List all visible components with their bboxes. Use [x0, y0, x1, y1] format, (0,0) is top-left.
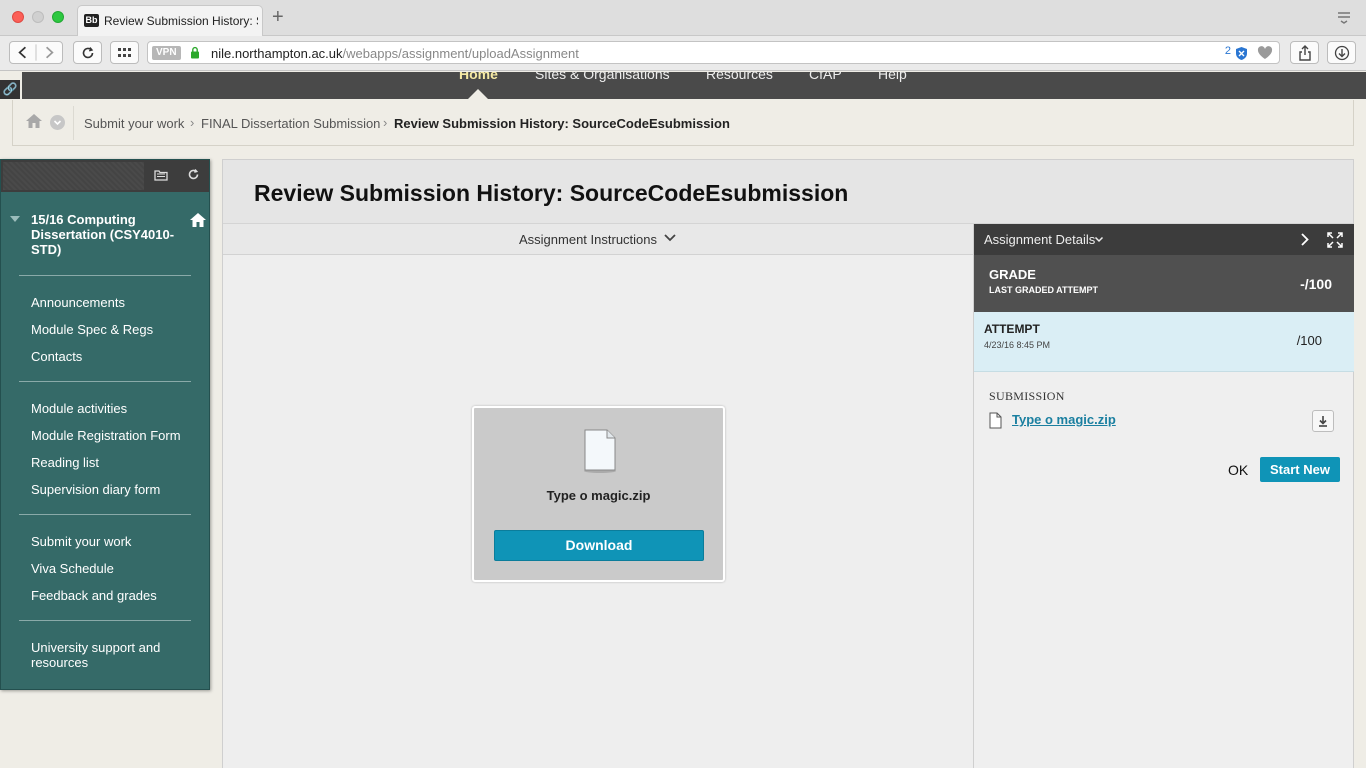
- top-sites-button[interactable]: [110, 41, 139, 64]
- start-new-button[interactable]: Start New: [1260, 457, 1340, 482]
- active-nav-pointer: [468, 89, 488, 99]
- grid-icon: [118, 47, 131, 57]
- menu-item-module-activities[interactable]: Module activities: [31, 401, 127, 416]
- chevron-right-icon[interactable]: [1300, 232, 1310, 247]
- menu-item-supervision-diary[interactable]: Supervision diary form: [31, 482, 160, 497]
- back-forward-group: [9, 41, 63, 64]
- chevron-down-icon[interactable]: [1094, 236, 1104, 243]
- home-icon[interactable]: [25, 113, 43, 129]
- shield-extension-icon[interactable]: [1235, 46, 1248, 61]
- course-menu-texture: [3, 162, 144, 190]
- browser-tab-bar: Bb Review Submission History: S +: [0, 0, 1366, 36]
- menu-item-submit-work[interactable]: Submit your work: [31, 534, 131, 549]
- assignment-details-label[interactable]: Assignment Details: [984, 232, 1095, 247]
- file-name: Type o magic.zip: [546, 488, 651, 503]
- page-title: Review Submission History: SourceCodeEsu…: [254, 180, 849, 206]
- menu-divider: [19, 275, 191, 276]
- top-navigation: Home Sites & Organisations Resources CfA…: [22, 72, 1366, 99]
- menu-item-feedback-grades[interactable]: Feedback and grades: [31, 588, 157, 603]
- nav-home[interactable]: Home: [459, 72, 498, 82]
- menu-divider: [19, 514, 191, 515]
- menu-divider: [19, 620, 191, 621]
- url-text: nile.northampton.ac.uk/webapps/assignmen…: [211, 46, 579, 61]
- assignment-details-panel: Assignment Details GRADE LAST GRADED ATT…: [973, 224, 1354, 768]
- tab-title: Review Submission History: S: [104, 14, 258, 28]
- course-menu: 15/16 Computing Dissertation (CSY4010-ST…: [0, 159, 210, 690]
- breadcrumb-menu-button[interactable]: [50, 115, 65, 130]
- ok-button[interactable]: OK: [1228, 462, 1248, 478]
- download-icon: [1319, 416, 1327, 427]
- grade-value: -/100: [1300, 276, 1332, 292]
- vpn-badge[interactable]: VPN: [152, 46, 181, 60]
- attempt-label: ATTEMPT: [984, 322, 1040, 336]
- assignment-instructions-toggle[interactable]: Assignment Instructions: [223, 224, 973, 255]
- collapse-caret-icon[interactable]: [10, 216, 20, 222]
- breadcrumb-separator: ›: [190, 115, 195, 130]
- attempt-date: 4/23/16 8:45 PM: [984, 340, 1051, 350]
- menu-item-viva-schedule[interactable]: Viva Schedule: [31, 561, 114, 576]
- browser-tab-active[interactable]: Bb Review Submission History: S: [77, 5, 263, 36]
- link-icon[interactable]: 🔗: [0, 80, 20, 99]
- content-header: Review Submission History: SourceCodeEsu…: [223, 160, 1353, 224]
- breadcrumb-item[interactable]: Submit your work: [84, 116, 184, 131]
- menu-item-contacts[interactable]: Contacts: [31, 349, 82, 364]
- reload-icon: [82, 46, 93, 58]
- chevron-down-icon: [53, 120, 62, 126]
- share-button[interactable]: [1290, 41, 1319, 64]
- chevron-down-icon: [664, 234, 676, 242]
- menu-item-reading-list[interactable]: Reading list: [31, 455, 99, 470]
- back-forward-icon[interactable]: [10, 42, 62, 63]
- heart-icon[interactable]: [1257, 46, 1273, 60]
- nav-resources[interactable]: Resources: [706, 72, 773, 82]
- document-icon: [584, 429, 616, 473]
- file-preview-card: Type o magic.zip Download: [472, 406, 725, 582]
- menu-item-announcements[interactable]: Announcements: [31, 295, 125, 310]
- close-window-button[interactable]: [12, 11, 24, 23]
- address-bar[interactable]: VPN nile.northampton.ac.uk/webapps/assig…: [147, 41, 1280, 64]
- submission-download-button[interactable]: [1312, 410, 1334, 432]
- breadcrumb-item[interactable]: FINAL Dissertation Submission: [201, 116, 380, 131]
- submission-file-link[interactable]: Type o magic.zip: [1012, 412, 1116, 427]
- expand-icon[interactable]: [1327, 232, 1343, 248]
- refresh-icon[interactable]: [183, 166, 203, 186]
- menu-divider: [19, 381, 191, 382]
- share-icon: [1298, 44, 1311, 61]
- nav-cfap[interactable]: CfAP: [809, 72, 842, 82]
- lock-icon: [191, 46, 199, 59]
- grade-label: GRADE: [989, 267, 1036, 282]
- menu-item-module-spec[interactable]: Module Spec & Regs: [31, 322, 153, 337]
- tab-overview-icon[interactable]: [1336, 9, 1352, 25]
- extension-badge-count[interactable]: 2: [1225, 45, 1231, 57]
- download-button[interactable]: Download: [494, 530, 704, 561]
- attempt-row[interactable]: ATTEMPT 4/23/16 8:45 PM /100: [974, 312, 1354, 372]
- assignment-instructions-label: Assignment Instructions: [519, 232, 658, 247]
- course-title[interactable]: 15/16 Computing Dissertation (CSY4010-ST…: [31, 212, 181, 257]
- nav-help[interactable]: Help: [878, 72, 907, 82]
- folder-view-icon[interactable]: [151, 166, 171, 186]
- browser-toolbar: VPN nile.northampton.ac.uk/webapps/assig…: [0, 36, 1366, 71]
- assignment-details-header: Assignment Details: [974, 224, 1354, 255]
- blackboard-favicon-icon: Bb: [84, 14, 99, 27]
- downloads-button[interactable]: [1327, 41, 1356, 64]
- course-menu-toolbar: [1, 160, 209, 192]
- zoom-window-button[interactable]: [52, 11, 64, 23]
- nav-sites-organisations[interactable]: Sites & Organisations: [535, 72, 670, 82]
- grade-sub-label: LAST GRADED ATTEMPT: [989, 285, 1098, 295]
- menu-item-module-registration[interactable]: Module Registration Form: [31, 428, 181, 443]
- breadcrumb: Submit your work › FINAL Dissertation Su…: [12, 100, 1354, 146]
- reload-button[interactable]: [73, 41, 102, 64]
- course-home-icon[interactable]: [189, 212, 207, 228]
- grade-summary: GRADE LAST GRADED ATTEMPT -/100: [974, 255, 1354, 312]
- breadcrumb-current: Review Submission History: SourceCodeEsu…: [394, 116, 730, 131]
- new-tab-button[interactable]: +: [272, 6, 284, 29]
- download-arrow-icon: [1334, 45, 1349, 60]
- attempt-value: /100: [1296, 333, 1322, 348]
- minimize-window-button[interactable]: [32, 11, 44, 23]
- content-panel: Review Submission History: SourceCodeEsu…: [222, 159, 1354, 768]
- breadcrumb-separator: ›: [383, 115, 388, 130]
- menu-item-university-support[interactable]: University support and resources: [31, 640, 191, 670]
- breadcrumb-divider: [73, 106, 74, 140]
- file-icon: [989, 412, 1002, 429]
- submission-label: SUBMISSION: [989, 389, 1065, 403]
